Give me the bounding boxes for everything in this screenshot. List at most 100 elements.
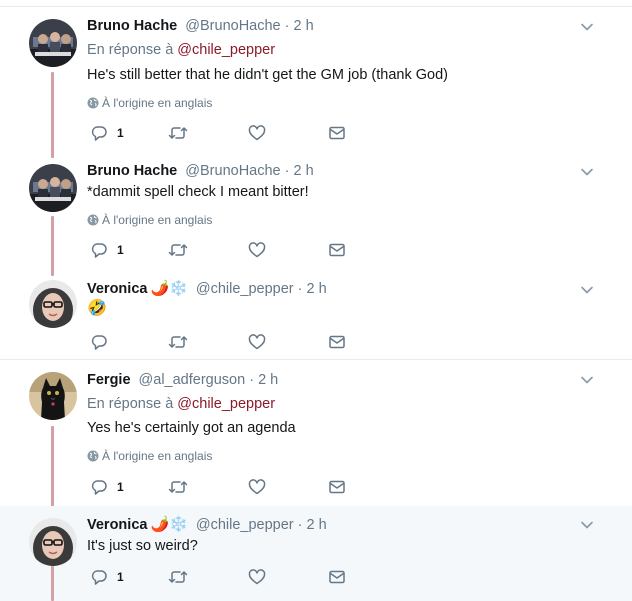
separator-dot: · [284, 18, 290, 34]
user-handle[interactable]: @chile_pepper [196, 517, 294, 533]
tweet[interactable]: Bruno Hache @BrunoHache · 2 h En réponse… [0, 7, 632, 157]
translate-label: À l'origine en anglais [102, 96, 213, 110]
like-button[interactable] [248, 240, 266, 260]
translate-label: À l'origine en anglais [102, 449, 213, 463]
tweet-actions: 1 [90, 123, 370, 143]
translate-note[interactable]: À l'origine en anglais [87, 95, 212, 111]
user-handle[interactable]: @BrunoHache [185, 163, 280, 179]
reply-context: En réponse à @chile_pepper [87, 395, 275, 413]
chevron-down-icon[interactable] [580, 373, 594, 387]
retweet-button[interactable] [168, 240, 188, 260]
translate-label: À l'origine en anglais [102, 213, 213, 227]
reply-mention-link[interactable]: @chile_pepper [177, 42, 275, 58]
direct-message-button[interactable] [328, 567, 346, 587]
display-name[interactable]: Veronica [87, 517, 147, 533]
translate-note[interactable]: À l'origine en anglais [87, 212, 212, 228]
reply-icon [91, 570, 107, 585]
display-name[interactable]: Bruno Hache [87, 18, 177, 34]
reply-mention-link[interactable]: @chile_pepper [177, 396, 275, 412]
direct-message-button[interactable] [328, 123, 346, 143]
envelope-icon [329, 243, 345, 257]
reply-context: En réponse à @chile_pepper [87, 41, 275, 59]
reply-icon [91, 335, 107, 350]
envelope-icon [329, 480, 345, 494]
reply-icon [91, 126, 107, 141]
tweet-text: 🤣 [87, 300, 107, 317]
heart-icon [248, 125, 266, 141]
heart-icon [248, 569, 266, 585]
tweet-text: Yes he's certainly got an agenda [87, 420, 296, 436]
tweet-actions: 1 [90, 477, 370, 497]
reply-icon [91, 480, 107, 495]
separator-dot: · [284, 163, 290, 179]
reply-prefix: En réponse à [87, 396, 174, 412]
chevron-down-icon[interactable] [580, 165, 594, 179]
timestamp[interactable]: 2 h [307, 517, 327, 533]
envelope-icon [329, 126, 345, 140]
retweet-button[interactable] [168, 123, 188, 143]
tweet-actions: 1 [90, 567, 370, 587]
display-name[interactable]: Fergie [87, 372, 131, 388]
reply-button[interactable]: 1 [90, 477, 124, 497]
tweet[interactable]: Veronica 🌶️❄️ @chile_pepper · 2 h 🤣 [0, 274, 632, 359]
user-handle[interactable]: @al_adferguson [139, 372, 246, 388]
timestamp[interactable]: 2 h [258, 372, 278, 388]
envelope-icon [329, 570, 345, 584]
tweet-header: Fergie @al_adferguson · 2 h [87, 371, 278, 389]
tweet-actions: 1 [90, 240, 370, 260]
avatar[interactable] [29, 164, 77, 212]
globe-icon [87, 214, 99, 226]
direct-message-button[interactable] [328, 240, 346, 260]
chevron-down-icon[interactable] [580, 283, 594, 297]
tweet-text: He's still better that he didn't get the… [87, 67, 448, 83]
separator-dot: · [297, 281, 303, 297]
user-handle[interactable]: @chile_pepper [196, 281, 294, 297]
retweet-button[interactable] [168, 567, 188, 587]
retweet-icon [168, 127, 188, 139]
reply-button[interactable]: 1 [90, 240, 124, 260]
reply-button[interactable] [90, 332, 108, 352]
direct-message-button[interactable] [328, 332, 346, 352]
avatar[interactable] [29, 372, 77, 420]
globe-icon [87, 450, 99, 462]
avatar[interactable] [29, 19, 77, 67]
heart-icon [248, 242, 266, 258]
separator-dot: · [249, 372, 255, 388]
timestamp[interactable]: 2 h [307, 281, 327, 297]
avatar[interactable] [29, 280, 77, 328]
retweet-icon [168, 571, 188, 583]
translate-note[interactable]: À l'origine en anglais [87, 448, 212, 464]
tweet-text: *dammit spell check I meant bitter! [87, 184, 309, 200]
tweet-header: Bruno Hache @BrunoHache · 2 h [87, 162, 314, 180]
reply-count: 1 [117, 480, 124, 494]
tweet-header: Bruno Hache @BrunoHache · 2 h [87, 17, 314, 35]
tweet[interactable]: Fergie @al_adferguson · 2 h En réponse à… [0, 360, 632, 506]
name-emoji: 🌶️❄️ [150, 280, 188, 297]
direct-message-button[interactable] [328, 477, 346, 497]
like-button[interactable] [248, 332, 266, 352]
tweet-focused[interactable]: Veronica 🌶️❄️ @chile_pepper · 2 h It's ju… [0, 506, 632, 601]
avatar[interactable] [29, 518, 77, 566]
tweet-header: Veronica 🌶️❄️ @chile_pepper · 2 h [87, 280, 327, 298]
reply-count: 1 [117, 126, 124, 140]
reply-count: 1 [117, 243, 124, 257]
globe-icon [87, 97, 99, 109]
tweet[interactable]: Bruno Hache @BrunoHache · 2 h *dammit sp… [0, 156, 632, 274]
reply-button[interactable]: 1 [90, 123, 124, 143]
reply-button[interactable]: 1 [90, 567, 124, 587]
like-button[interactable] [248, 477, 266, 497]
retweet-button[interactable] [168, 332, 188, 352]
retweet-button[interactable] [168, 477, 188, 497]
heart-icon [248, 334, 266, 350]
like-button[interactable] [248, 123, 266, 143]
timestamp[interactable]: 2 h [294, 163, 314, 179]
like-button[interactable] [248, 567, 266, 587]
chevron-down-icon[interactable] [580, 20, 594, 34]
display-name[interactable]: Bruno Hache [87, 163, 177, 179]
display-name[interactable]: Veronica [87, 281, 147, 297]
user-handle[interactable]: @BrunoHache [185, 18, 280, 34]
chevron-down-icon[interactable] [580, 518, 594, 532]
retweet-icon [168, 481, 188, 493]
tweet-header: Veronica 🌶️❄️ @chile_pepper · 2 h [87, 516, 327, 534]
timestamp[interactable]: 2 h [294, 18, 314, 34]
